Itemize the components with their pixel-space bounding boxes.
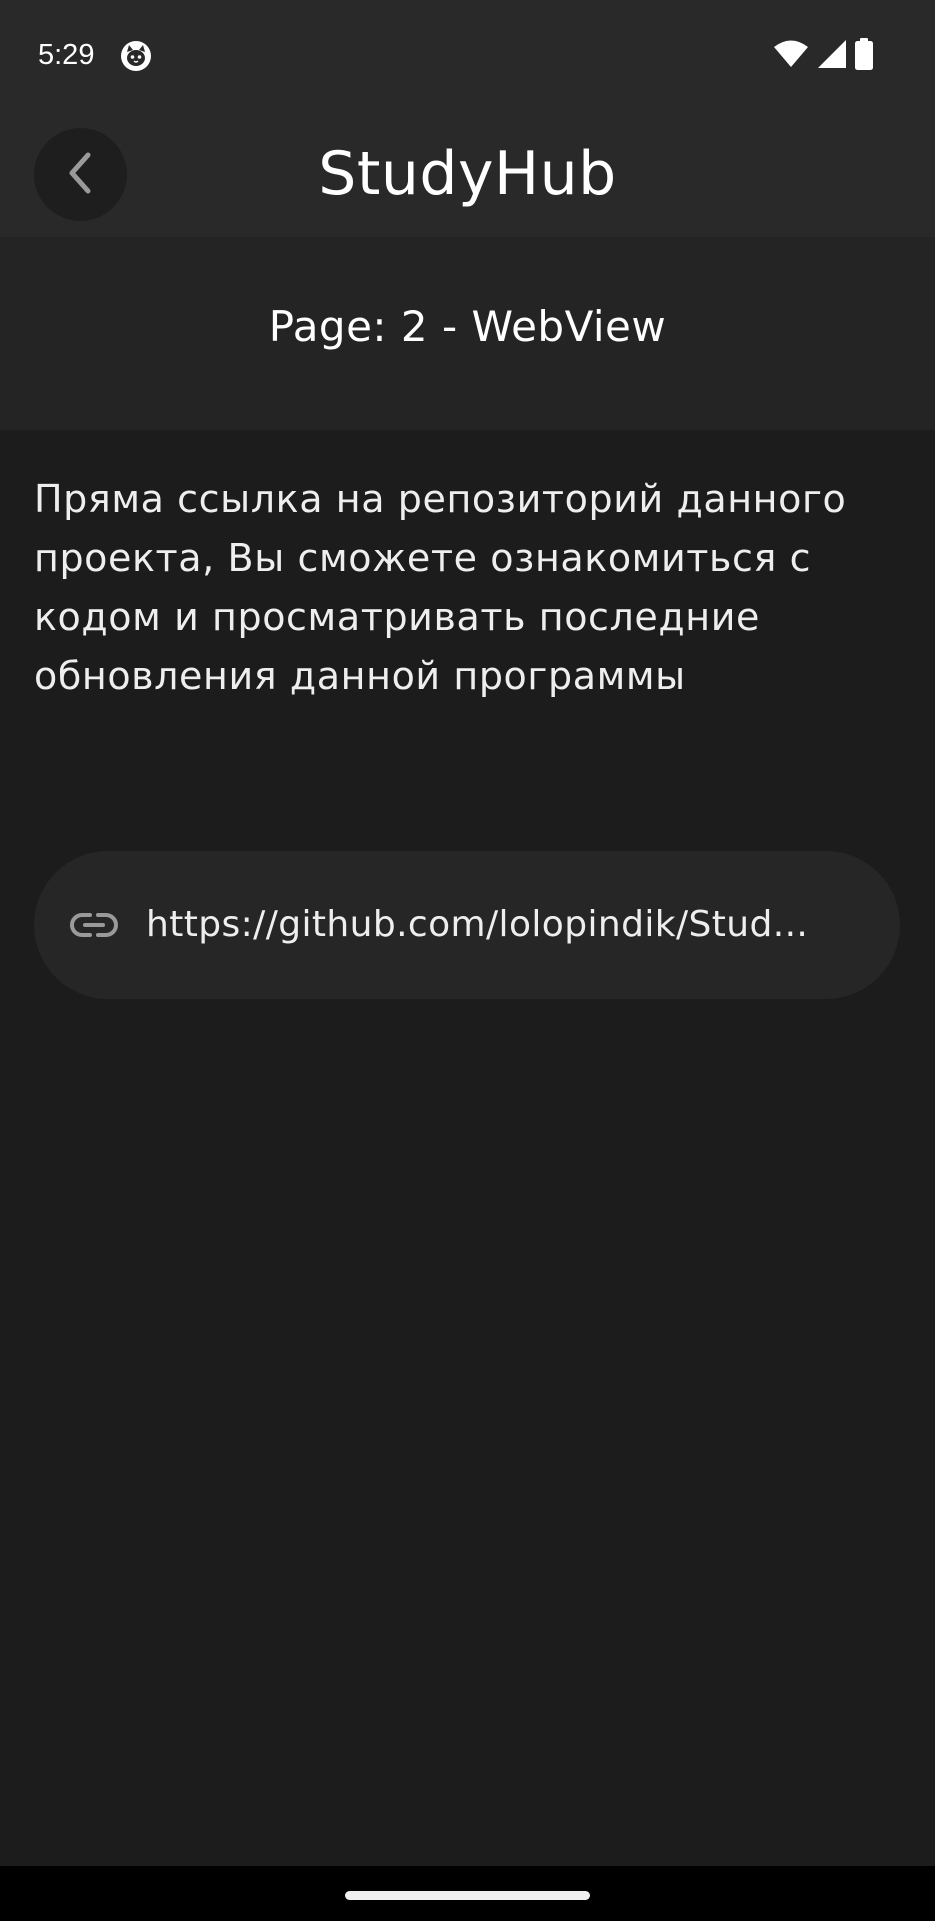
cell-signal-icon bbox=[817, 39, 847, 73]
description-text: Пряма ссылка на репозиторий данного прое… bbox=[34, 477, 847, 698]
app-bar: StudyHub bbox=[0, 108, 935, 237]
home-indicator[interactable] bbox=[345, 1891, 590, 1900]
wifi-icon bbox=[773, 39, 809, 73]
repository-link-button[interactable]: https://github.com/lolopindik/Stud... bbox=[34, 851, 900, 999]
link-icon bbox=[70, 901, 118, 949]
status-bar: 5:29 bbox=[0, 0, 935, 108]
repository-link-url: https://github.com/lolopindik/Stud... bbox=[146, 904, 809, 945]
status-time: 5:29 bbox=[38, 39, 95, 71]
page-label: Page: 2 - WebView bbox=[268, 302, 667, 351]
screen: 5:29 StudyHub Page: 2 - WebView Пряма сс… bbox=[0, 0, 935, 1921]
status-icons bbox=[773, 38, 873, 74]
navigation-bar bbox=[0, 1866, 935, 1921]
battery-icon bbox=[855, 38, 873, 74]
cat-face-icon bbox=[120, 40, 152, 72]
page-header: Page: 2 - WebView bbox=[0, 237, 935, 430]
app-title: StudyHub bbox=[318, 139, 617, 209]
